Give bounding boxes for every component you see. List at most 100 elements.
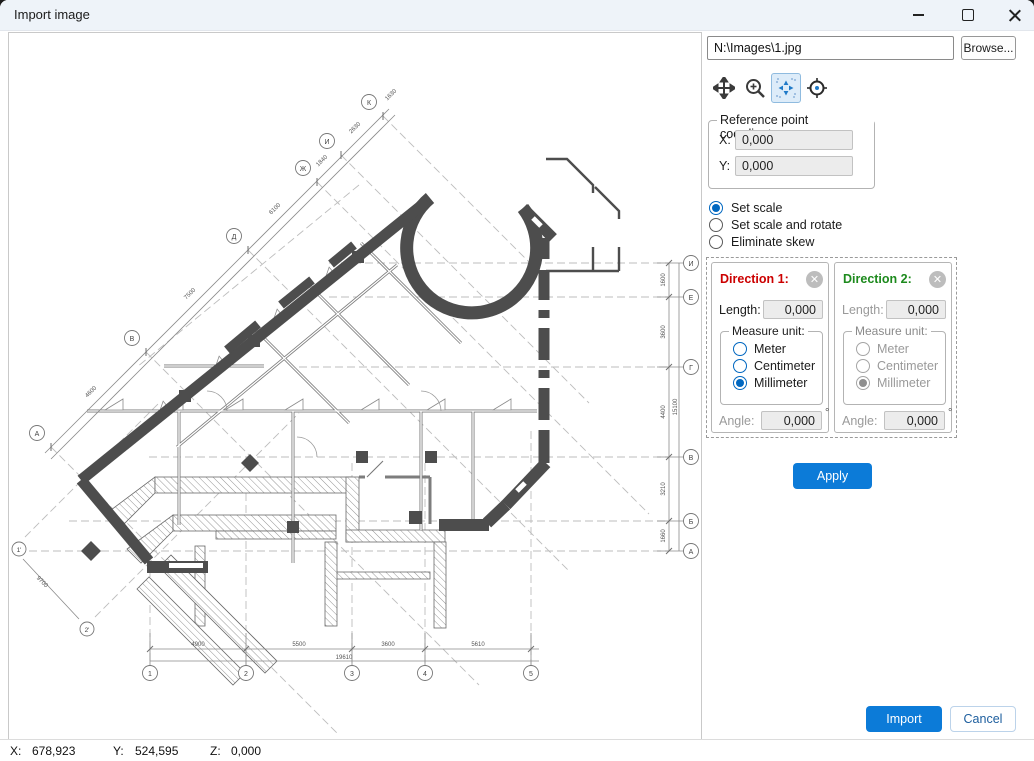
close-button[interactable]: [992, 0, 1034, 30]
y-coordinate-field[interactable]: 0,000: [735, 156, 853, 176]
dim-label: 7500: [183, 287, 197, 301]
axis-label: 2: [244, 671, 248, 678]
direction-2-title: Direction 2:: [843, 272, 912, 286]
status-y-label: Y:: [113, 744, 124, 758]
dim-label: 1630: [384, 88, 398, 102]
axis-label: 5: [529, 671, 533, 678]
import-image-dialog: Import image: [0, 0, 1034, 761]
unit-label: Meter: [754, 342, 786, 356]
x-coordinate-label: X:: [719, 133, 731, 147]
length-value: 0,000: [785, 303, 816, 317]
minimize-button[interactable]: [895, 0, 941, 30]
reference-point-icon: [806, 77, 828, 99]
unit-option-millimeter[interactable]: Millimeter: [733, 376, 807, 390]
zoom-in-icon: [744, 77, 766, 99]
unit-option-meter[interactable]: Meter: [733, 342, 786, 356]
x-coordinate-field[interactable]: 0,000: [735, 130, 853, 150]
measure-unit-legend: Measure unit:: [852, 324, 931, 338]
mode-option-set-scale-rotate[interactable]: Set scale and rotate: [709, 218, 842, 232]
reference-point-tool-button[interactable]: [802, 73, 832, 103]
mode-option-eliminate-skew[interactable]: Eliminate skew: [709, 235, 814, 249]
mode-label: Set scale and rotate: [731, 218, 842, 232]
pan-icon: [713, 77, 735, 99]
axis-label: А: [35, 431, 40, 438]
radio-icon: [856, 359, 870, 373]
length-field[interactable]: 0,000: [763, 300, 823, 319]
angle-label: Angle:: [842, 414, 877, 428]
main-walls: [81, 198, 553, 567]
unit-option-centimeter[interactable]: Centimeter: [856, 359, 938, 373]
axis-label: И: [688, 261, 693, 268]
length-field[interactable]: 0,000: [886, 300, 946, 319]
axis-label: Б: [689, 519, 694, 526]
axis-label: И: [324, 139, 329, 146]
angle-field[interactable]: 0,000: [761, 411, 822, 430]
dim-label: 4400: [661, 405, 667, 419]
angle-field[interactable]: 0,000: [884, 411, 945, 430]
angle-value: 0,000: [784, 414, 815, 428]
hatched-walls: [107, 477, 446, 685]
mode-option-set-scale[interactable]: Set scale: [709, 201, 782, 215]
radio-icon: [709, 218, 723, 232]
entrance-steps: [546, 159, 619, 271]
browse-button[interactable]: Browse...: [961, 36, 1016, 60]
axis-label: 2': [85, 627, 90, 634]
radio-icon: [733, 342, 747, 356]
title-bar: Import image: [0, 0, 1034, 31]
length-label: Length:: [842, 303, 884, 317]
status-z-value: 0,000: [231, 744, 261, 758]
radio-icon: [856, 342, 870, 356]
zoom-tool-button[interactable]: [740, 73, 770, 103]
file-path-input[interactable]: N:\Images\1.jpg: [707, 36, 954, 60]
dim-label: 3600: [381, 642, 395, 648]
unit-option-millimeter[interactable]: Millimeter: [856, 376, 930, 390]
dim-label: 4900: [191, 642, 205, 648]
axis-label: В: [130, 336, 135, 343]
dim-total-label: 15100: [673, 398, 679, 415]
directions-container: Direction 1: ✕ Length: 0,000 Measure uni…: [706, 257, 957, 438]
length-label: Length:: [719, 303, 761, 317]
dim-total-label: 19610: [336, 655, 353, 661]
fit-view-tool-button[interactable]: [771, 73, 801, 103]
dialog-title: Import image: [14, 7, 90, 22]
length-value: 0,000: [908, 303, 939, 317]
maximize-button[interactable]: [945, 0, 991, 30]
minimize-icon: [913, 14, 924, 15]
cancel-button[interactable]: Cancel: [950, 706, 1016, 732]
measure-unit-group: Measure unit: Meter Centimeter Millimete…: [720, 331, 823, 405]
measure-unit-group: Measure unit: Meter Centimeter Millimete…: [843, 331, 946, 405]
axis-label: 4: [423, 671, 427, 678]
direction-2-close-icon[interactable]: ✕: [929, 271, 946, 288]
mode-label: Set scale: [731, 201, 782, 215]
floor-plan-svg: 1 2 3 4 5 4900 5500 3600 5610 19610 И: [9, 33, 701, 739]
cancel-label: Cancel: [964, 712, 1003, 726]
mode-label: Eliminate skew: [731, 235, 814, 249]
file-path-value: N:\Images\1.jpg: [714, 41, 802, 55]
axis-label: В: [689, 455, 694, 462]
dimension-lines: [23, 109, 685, 666]
dim-label: 3600: [661, 325, 667, 339]
pan-tool-button[interactable]: [709, 73, 739, 103]
unit-option-centimeter[interactable]: Centimeter: [733, 359, 815, 373]
apply-button[interactable]: Apply: [793, 463, 872, 489]
unit-label: Millimeter: [754, 376, 807, 390]
status-x-value: 678,923: [32, 744, 75, 758]
direction-2-panel: Direction 2: ✕ Length: 0,000 Measure uni…: [834, 262, 952, 433]
axis-label: 3: [350, 671, 354, 678]
dim-label: 1660: [661, 529, 667, 543]
radio-icon: [856, 376, 870, 390]
direction-1-close-icon[interactable]: ✕: [806, 271, 823, 288]
import-button[interactable]: Import: [866, 706, 942, 732]
image-preview-canvas[interactable]: 1 2 3 4 5 4900 5500 3600 5610 19610 И: [8, 32, 702, 740]
apply-label: Apply: [817, 469, 848, 483]
browse-label: Browse...: [963, 41, 1013, 55]
radio-icon: [733, 359, 747, 373]
degree-symbol: °: [825, 407, 829, 419]
degree-symbol: °: [948, 407, 952, 419]
axis-bubbles-left: 1' 2' 9700: [12, 542, 94, 636]
status-y-value: 524,595: [135, 744, 178, 758]
reference-point-group: Reference point coordinates: X: 0,000 Y:…: [708, 120, 875, 189]
unit-option-meter[interactable]: Meter: [856, 342, 909, 356]
angle-label: Angle:: [719, 414, 754, 428]
maximize-icon: [962, 9, 974, 21]
